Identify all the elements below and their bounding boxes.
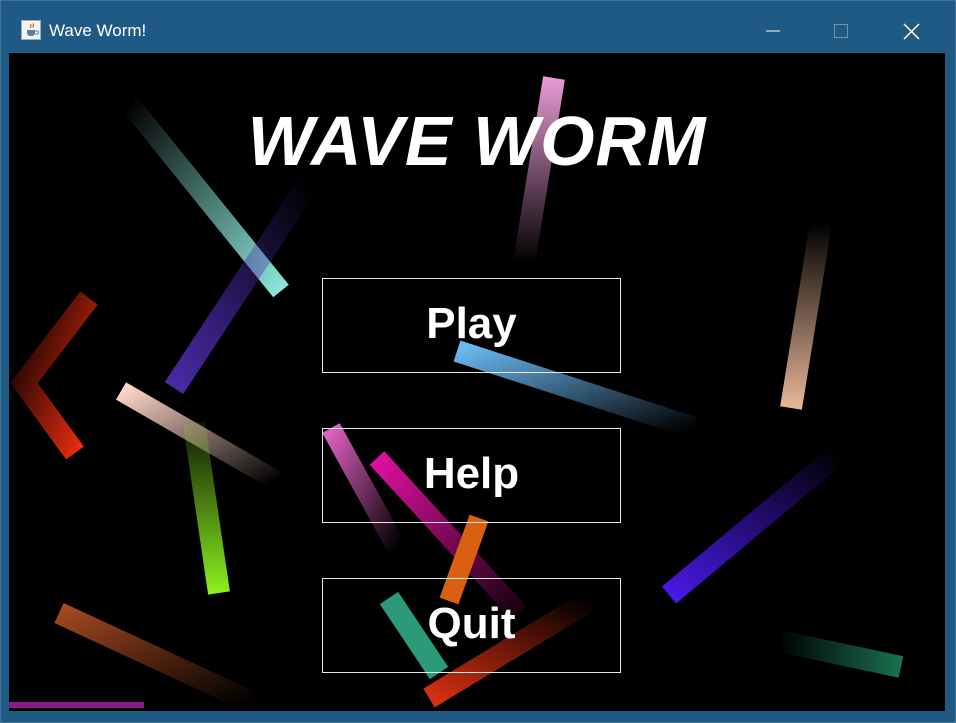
java-cup-icon xyxy=(21,20,41,40)
quit-button-label: Quit xyxy=(427,598,516,648)
title-bar[interactable]: Wave Worm! xyxy=(1,1,955,53)
help-button-label: Help xyxy=(423,448,520,498)
maximize-button[interactable] xyxy=(821,17,861,45)
help-button[interactable]: Help xyxy=(322,428,621,523)
close-icon xyxy=(903,23,920,40)
game-title: WAVE WORM xyxy=(247,102,707,180)
close-button[interactable] xyxy=(891,17,931,45)
minimize-icon xyxy=(766,30,780,32)
play-button-label: Play xyxy=(426,298,517,348)
app-window: Wave Worm! WAVE WORM Play Help Quit xyxy=(0,0,956,723)
quit-button[interactable]: Quit xyxy=(322,578,621,673)
maximize-icon xyxy=(834,24,848,38)
minimize-button[interactable] xyxy=(753,17,793,45)
window-title: Wave Worm! xyxy=(49,21,147,40)
play-button[interactable]: Play xyxy=(322,278,621,373)
game-canvas: WAVE WORM Play Help Quit xyxy=(9,53,945,711)
